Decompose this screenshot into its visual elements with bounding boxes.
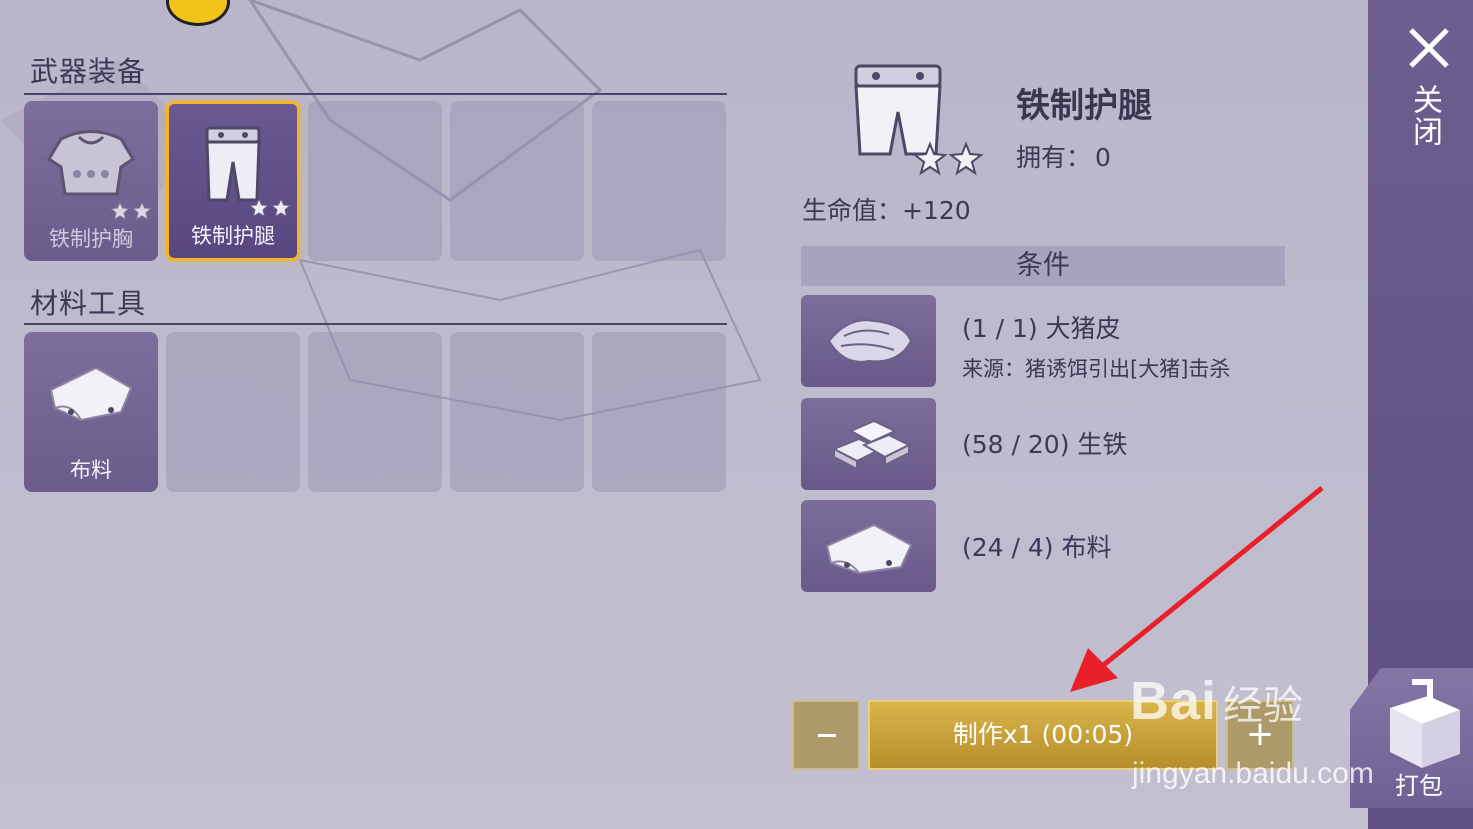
pig-hide-icon	[827, 319, 912, 363]
star-icon	[110, 201, 130, 221]
conditions-header: 条件	[801, 246, 1285, 286]
slot-empty	[450, 332, 584, 492]
rarity-stars	[110, 201, 152, 221]
owned-count: 拥有： 0	[1016, 138, 1111, 174]
requirement-text: (1 / 1) 大猪皮	[962, 314, 1121, 343]
annotation-arrow-icon	[1070, 486, 1324, 692]
slot-label: 布料	[70, 458, 112, 482]
pack-label: 打包	[1395, 772, 1443, 800]
watermark-url: jingyan.baidu.com	[1132, 757, 1374, 790]
weapons-section-title: 武器装备	[30, 55, 147, 88]
materials-section-divider	[24, 323, 727, 325]
materials-section-title: 材料工具	[30, 287, 147, 320]
currency-badge-icon	[166, 0, 230, 26]
slot-empty	[308, 332, 442, 492]
item-name: 铁制护腿	[1016, 86, 1152, 126]
slot-label: 铁制护胸	[49, 227, 133, 251]
stat-hp: 生命值：+120	[802, 196, 971, 225]
chest-armor-icon	[46, 130, 136, 196]
owned-value: 0	[1095, 143, 1111, 172]
cloth-icon	[49, 366, 133, 422]
cloth-icon	[825, 523, 912, 575]
requirement-icon-box	[801, 500, 936, 592]
close-icon[interactable]	[1407, 26, 1451, 70]
slot-iron-leggings[interactable]: 铁制护腿	[166, 101, 300, 261]
iron-ingot-icon	[831, 419, 911, 471]
leg-armor-icon	[854, 64, 984, 176]
slot-empty	[592, 101, 726, 261]
requirement-icon-box	[801, 295, 936, 387]
owned-label: 拥有：	[1016, 143, 1092, 172]
star-icon	[249, 198, 269, 218]
slot-empty	[308, 101, 442, 261]
star-icon	[132, 201, 152, 221]
slot-empty	[592, 332, 726, 492]
requirement-text: (58 / 20) 生铁	[962, 430, 1128, 459]
slot-empty	[166, 332, 300, 492]
close-button[interactable]: 关闭	[1407, 84, 1446, 148]
slot-cloth[interactable]: 布料	[24, 332, 158, 492]
rarity-stars	[249, 198, 291, 218]
requirement-icon-box	[801, 398, 936, 490]
weapons-section-divider	[24, 93, 727, 95]
slot-empty	[450, 101, 584, 261]
decrease-quantity-button[interactable]	[792, 700, 860, 770]
slot-label: 铁制护腿	[191, 224, 275, 248]
star-icon	[271, 198, 291, 218]
slot-iron-chestplate[interactable]: 铁制护胸	[24, 101, 158, 261]
requirement-source: 来源：猪诱饵引出[大猪]击杀	[962, 357, 1231, 381]
